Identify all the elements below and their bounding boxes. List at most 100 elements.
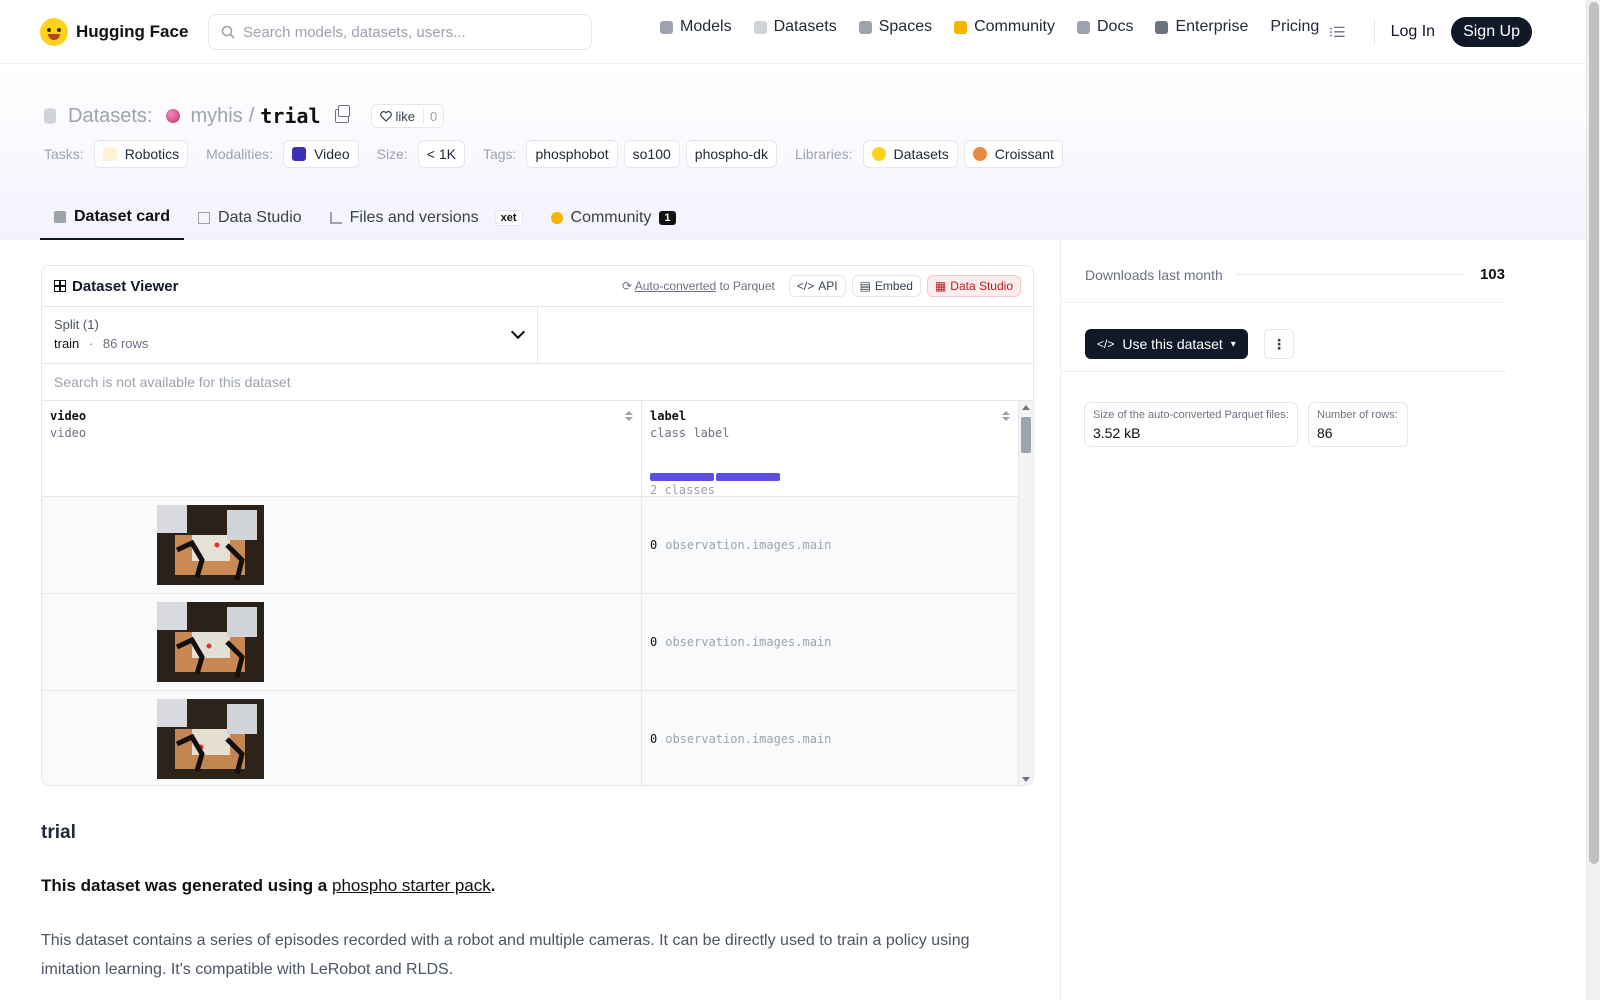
tab-dataset-card[interactable]: Dataset card bbox=[40, 196, 185, 240]
video-cell[interactable] bbox=[42, 594, 642, 690]
data-studio-button[interactable]: ▦ Data Studio bbox=[926, 275, 1021, 297]
table-scrollbar[interactable] bbox=[1018, 401, 1033, 785]
nav-item-label: Community bbox=[974, 18, 1055, 35]
more-options-button[interactable]: ⋮ bbox=[1264, 329, 1294, 359]
page-scroll-thumb[interactable] bbox=[1589, 2, 1599, 864]
split-rows: 86 rows bbox=[102, 336, 149, 351]
phospho-starter-pack-link[interactable]: phospho starter pack bbox=[332, 876, 491, 895]
nav-item-datasets[interactable]: Datasets bbox=[753, 18, 837, 36]
tag-label-text: Croissant bbox=[994, 146, 1054, 162]
tag-robotics[interactable]: Robotics bbox=[93, 140, 189, 168]
parquet-size-value: 3.52 kB bbox=[1093, 425, 1141, 441]
chevron-down-icon: ▾ bbox=[1230, 338, 1236, 350]
embed-button[interactable]: ▤ Embed bbox=[851, 275, 921, 297]
column-header-label[interactable]: label class label 2 classes bbox=[642, 401, 1018, 497]
split-name: train bbox=[54, 336, 80, 351]
column-type: video bbox=[50, 426, 87, 440]
nav-item-models[interactable]: Models bbox=[660, 18, 732, 36]
table-row[interactable]: 0 observation.images.main bbox=[42, 691, 1033, 785]
video-frame-image bbox=[157, 602, 264, 682]
label-cell[interactable]: 0 observation.images.main bbox=[642, 594, 1018, 690]
tag-croissant-library[interactable]: Croissant bbox=[963, 140, 1063, 168]
login-link[interactable]: Log In bbox=[1391, 23, 1435, 41]
brand-logo[interactable]: Hugging Face bbox=[40, 18, 188, 46]
video-thumbnail[interactable] bbox=[157, 602, 264, 682]
tag-so100[interactable]: so100 bbox=[623, 140, 680, 168]
class-bar-segment[interactable] bbox=[716, 473, 780, 481]
tab-label: Data Studio bbox=[218, 209, 302, 226]
tag-label-text: Datasets bbox=[893, 146, 949, 162]
signup-button[interactable]: Sign Up bbox=[1451, 17, 1532, 47]
table-icon bbox=[54, 280, 66, 292]
label-id: 0 bbox=[650, 732, 658, 746]
tag-label-text: Robotics bbox=[124, 146, 180, 162]
column-header-video[interactable]: video video bbox=[42, 401, 642, 496]
nav-item-spaces[interactable]: Spaces bbox=[858, 18, 932, 36]
like-label: like bbox=[395, 108, 416, 124]
sort-icon[interactable] bbox=[1002, 411, 1010, 423]
files-icon bbox=[329, 212, 342, 224]
nav-item-label: Docs bbox=[1097, 18, 1134, 35]
tag-size[interactable]: < 1K bbox=[417, 140, 465, 168]
table-body: 0 observation.images.main 0 observation.ima… bbox=[42, 497, 1033, 785]
croissant-icon bbox=[972, 147, 987, 161]
video-thumbnail[interactable] bbox=[157, 699, 264, 779]
video-cell[interactable] bbox=[42, 497, 642, 593]
tab-files-and-versions[interactable]: Files and versions xet bbox=[316, 196, 537, 240]
video-cell[interactable] bbox=[42, 691, 642, 785]
class-count: 2 classes bbox=[650, 483, 716, 497]
search-input[interactable] bbox=[243, 23, 573, 41]
split-selector[interactable]: Split (1) train · 86 rows bbox=[42, 307, 538, 363]
page-scrollbar[interactable] bbox=[1586, 0, 1600, 1000]
tab-data-studio[interactable]: Data Studio bbox=[184, 196, 316, 240]
class-distribution-bar bbox=[650, 473, 780, 481]
right-sidebar: Downloads last month 103 </> Use this da… bbox=[1060, 240, 1586, 1000]
scroll-thumb[interactable] bbox=[1021, 417, 1031, 453]
nav-item-enterprise[interactable]: Enterprise bbox=[1155, 18, 1248, 36]
parquet-size-stat: Size of the auto-converted Parquet files… bbox=[1084, 402, 1298, 447]
class-bar-segment[interactable] bbox=[650, 473, 714, 481]
heart-icon bbox=[379, 110, 392, 122]
top-navbar: Hugging Face Models Datasets Spaces Communi… bbox=[0, 0, 1586, 64]
tag-phospho-dk[interactable]: phospho-dk bbox=[685, 140, 777, 168]
global-search[interactable] bbox=[208, 14, 592, 50]
parquet-size-label: Size of the auto-converted Parquet files… bbox=[1093, 409, 1289, 421]
use-this-dataset-button[interactable]: </> Use this dataset ▾ bbox=[1085, 329, 1248, 359]
tag-phosphobot[interactable]: phosphobot bbox=[526, 140, 618, 168]
nav-item-docs[interactable]: Docs bbox=[1077, 18, 1133, 36]
nav-item-label: Pricing bbox=[1270, 18, 1320, 35]
like-button[interactable]: like 0 bbox=[370, 104, 445, 128]
nav-item-pricing[interactable]: Pricing bbox=[1270, 18, 1319, 36]
scroll-down-icon[interactable] bbox=[1022, 777, 1030, 782]
viewer-title: Dataset Viewer bbox=[54, 278, 178, 295]
sort-icon[interactable] bbox=[625, 411, 633, 423]
downloads-label: Downloads last month bbox=[1085, 266, 1223, 283]
table-row[interactable]: 0 observation.images.main bbox=[42, 594, 1033, 691]
community-count-badge: 1 bbox=[659, 211, 676, 225]
video-icon bbox=[292, 147, 307, 161]
repo-name[interactable]: trial bbox=[260, 104, 320, 128]
like-label-wrap: like bbox=[372, 109, 424, 124]
table-row[interactable]: 0 observation.images.main bbox=[42, 497, 1033, 594]
video-frame-image bbox=[157, 699, 264, 779]
tag-video[interactable]: Video bbox=[283, 140, 359, 168]
repo-type-link[interactable]: Datasets: bbox=[68, 105, 152, 128]
label-cell[interactable]: 0 observation.images.main bbox=[642, 691, 1018, 785]
split-dot: · bbox=[88, 336, 94, 351]
video-thumbnail[interactable] bbox=[157, 505, 264, 585]
owner-link[interactable]: myhis bbox=[190, 105, 242, 128]
api-button[interactable]: </> API bbox=[788, 275, 846, 297]
nav-item-community[interactable]: Community bbox=[954, 18, 1055, 36]
viewer-search: Search is not available for this dataset bbox=[42, 364, 1033, 401]
viewer-header: Dataset Viewer ⟳ Auto-converted to Parqu… bbox=[42, 266, 1033, 307]
scroll-up-icon[interactable] bbox=[1022, 405, 1030, 410]
copy-icon[interactable] bbox=[334, 105, 350, 123]
label-id: 0 bbox=[650, 635, 658, 649]
auto-converted-link[interactable]: Auto-converted bbox=[635, 279, 716, 293]
tab-community[interactable]: Community 1 bbox=[537, 196, 690, 240]
like-count: 0 bbox=[423, 108, 443, 124]
label-cell[interactable]: 0 observation.images.main bbox=[642, 497, 1018, 593]
menu-icon[interactable]: ⁝☰ bbox=[1329, 24, 1346, 41]
nav-item-label: Enterprise bbox=[1175, 18, 1249, 35]
tag-datasets-library[interactable]: Datasets bbox=[862, 140, 958, 168]
